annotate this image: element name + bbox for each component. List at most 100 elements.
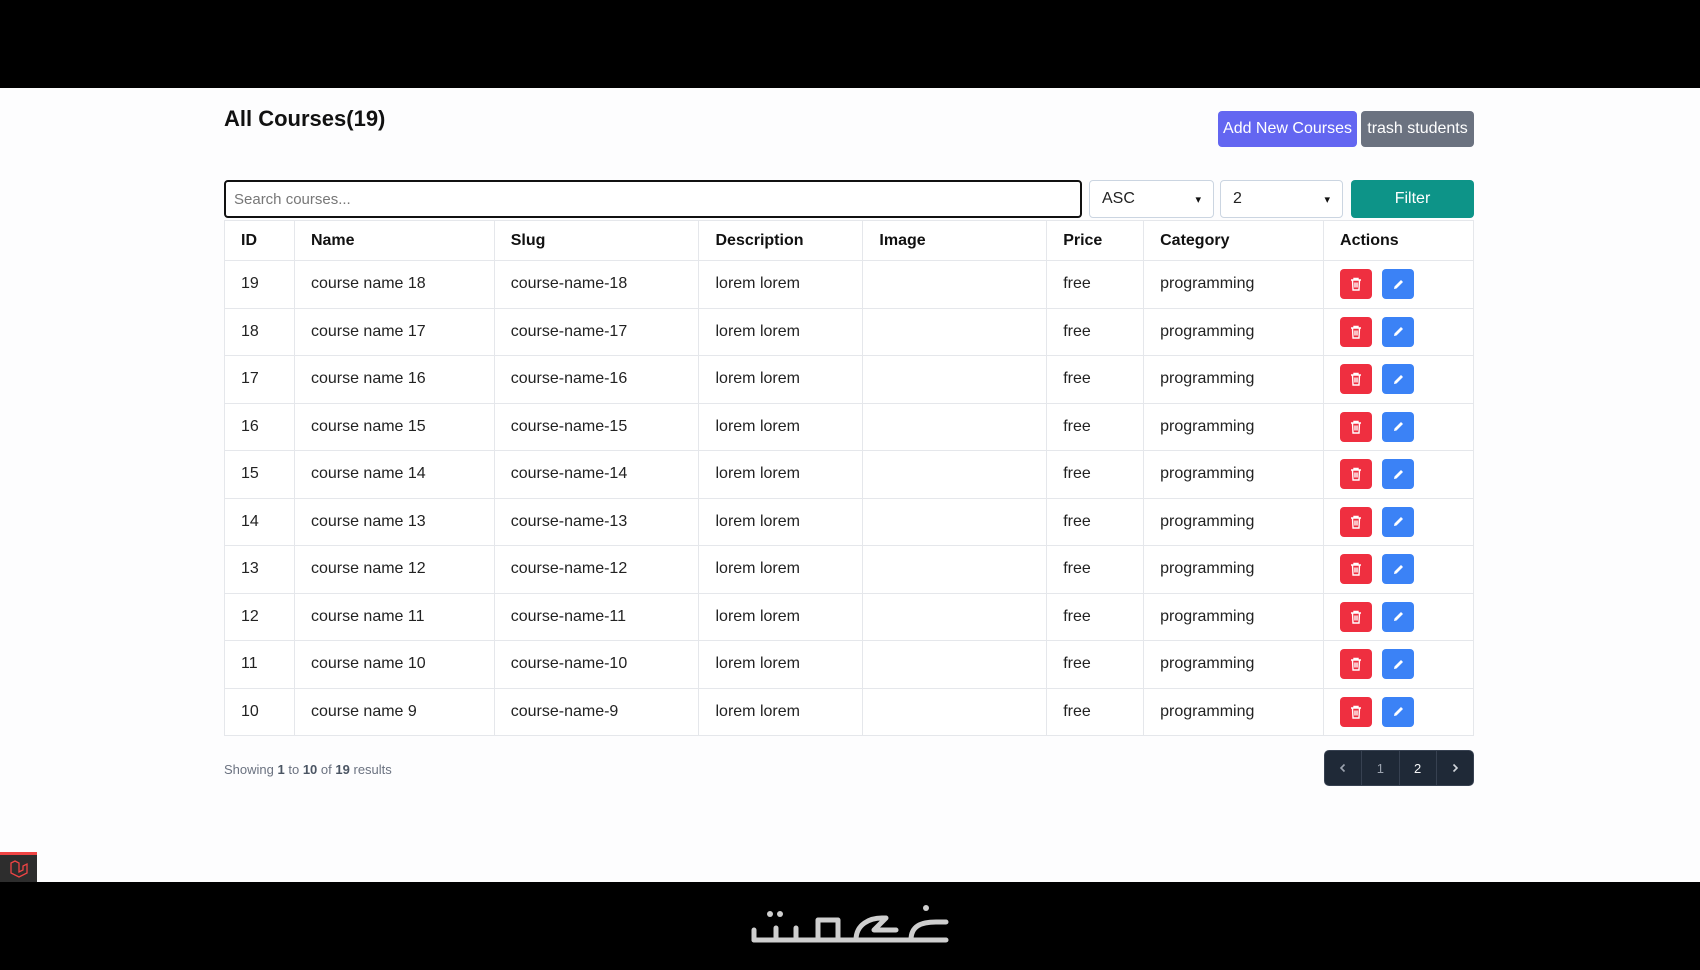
cell-id: 13 [224, 545, 295, 594]
pencil-icon [1393, 374, 1403, 384]
edit-button[interactable] [1382, 411, 1415, 442]
cell-name: course name 9 [294, 688, 495, 736]
cell-slug: course-name-16 [494, 355, 700, 404]
cell-description: lorem lorem [698, 450, 864, 499]
cell-id: 12 [224, 593, 295, 641]
trash-icon [1351, 373, 1362, 386]
cell-name: course name 18 [294, 260, 495, 309]
showing-to: 10 [302, 762, 318, 777]
search-input[interactable] [224, 180, 1082, 218]
showing-label: Showing [224, 762, 274, 777]
chevron-left-icon [1339, 763, 1346, 773]
delete-button[interactable] [1340, 269, 1373, 300]
cell-category: programming [1143, 593, 1325, 641]
courses-table: ID Name Slug Description Image Price Cat… [224, 220, 1474, 736]
cell-image [862, 260, 1048, 309]
cell-name: course name 14 [294, 450, 495, 499]
cell-slug: course-name-10 [494, 640, 700, 689]
debugbar-toggle[interactable] [0, 852, 37, 882]
column-header-category[interactable]: Category [1143, 220, 1325, 261]
cell-image [862, 450, 1048, 499]
table-row: 11 course name 10 course-name-10 lorem lore… [224, 640, 1474, 689]
page-button-2[interactable]: 2 [1400, 751, 1437, 785]
cell-slug: course-name-11 [494, 593, 700, 641]
cell-description: lorem lorem [698, 403, 864, 451]
delete-button[interactable] [1340, 316, 1373, 347]
cell-name: course name 11 [294, 593, 495, 641]
cell-price: free [1046, 640, 1145, 689]
cell-image [862, 640, 1048, 689]
delete-button[interactable] [1340, 411, 1373, 442]
cell-id: 11 [224, 640, 295, 689]
table-row: 16 course name 15 course-name-15 lorem lore… [224, 403, 1474, 451]
row-actions [1340, 411, 1457, 442]
page-size-select-value: 2 [1233, 190, 1242, 207]
table-row: 15 course name 14 course-name-14 lorem lore… [224, 450, 1474, 499]
row-actions [1340, 459, 1457, 490]
delete-button[interactable] [1340, 459, 1373, 490]
pencil-icon [1393, 517, 1403, 527]
showing-of-label: of [320, 762, 332, 777]
filter-button[interactable]: Filter [1351, 180, 1474, 218]
table-row: 19 course name 18 course-name-18 lorem lore… [224, 260, 1474, 309]
edit-button[interactable] [1382, 696, 1415, 727]
cell-category: programming [1143, 688, 1325, 736]
table-row: 14 course name 13 course-name-13 lorem lore… [224, 498, 1474, 546]
showing-total: 19 [335, 762, 350, 777]
cell-name: course name 13 [294, 498, 495, 546]
edit-button[interactable] [1382, 649, 1415, 680]
cell-slug: course-name-13 [494, 498, 700, 546]
pencil-icon [1393, 659, 1403, 669]
column-header-slug[interactable]: Slug [494, 220, 700, 261]
column-header-price[interactable]: Price [1046, 220, 1145, 261]
page-button-1[interactable]: 1 [1362, 751, 1400, 785]
trash-icon [1351, 563, 1362, 576]
order-select[interactable]: ASC ▾ [1089, 180, 1214, 218]
trash-students-button[interactable]: trash students [1361, 111, 1474, 147]
cell-description: lorem lorem [698, 640, 864, 689]
cell-slug: course-name-9 [494, 688, 700, 736]
courses-page: All Courses(19) Add New Courses trash st… [0, 88, 1700, 882]
column-header-description[interactable]: Description [698, 220, 864, 261]
top-letterbox [0, 0, 1700, 88]
cell-price: free [1046, 308, 1145, 356]
column-header-image[interactable]: Image [862, 220, 1048, 261]
pencil-icon [1393, 564, 1403, 574]
edit-button[interactable] [1382, 506, 1415, 537]
prev-page-button[interactable] [1325, 751, 1363, 785]
cell-actions [1323, 593, 1474, 641]
edit-button[interactable] [1382, 316, 1415, 347]
cell-slug: course-name-15 [494, 403, 700, 451]
delete-button[interactable] [1340, 506, 1373, 537]
table-row: 12 course name 11 course-name-11 lorem lore… [224, 593, 1474, 641]
row-actions [1340, 554, 1457, 585]
delete-button[interactable] [1340, 364, 1373, 395]
order-select-value: ASC [1102, 190, 1135, 207]
cell-actions [1323, 403, 1474, 451]
edit-button[interactable] [1382, 364, 1415, 395]
column-header-name[interactable]: Name [294, 220, 495, 261]
pencil-icon [1393, 422, 1403, 432]
cell-image [862, 403, 1048, 451]
page-size-select[interactable]: 2 ▾ [1220, 180, 1343, 218]
cell-description: lorem lorem [698, 498, 864, 546]
trash-icon [1351, 420, 1362, 434]
edit-button[interactable] [1382, 459, 1415, 490]
cell-id: 10 [224, 688, 295, 736]
cell-id: 19 [224, 260, 295, 309]
add-new-courses-button[interactable]: Add New Courses [1218, 111, 1357, 147]
next-page-button[interactable] [1437, 751, 1473, 785]
delete-button[interactable] [1340, 601, 1373, 632]
column-header-id[interactable]: ID [224, 220, 295, 261]
edit-button[interactable] [1382, 601, 1415, 632]
edit-button[interactable] [1382, 269, 1415, 300]
delete-button[interactable] [1340, 696, 1373, 727]
delete-button[interactable] [1340, 554, 1373, 585]
delete-button[interactable] [1340, 649, 1373, 680]
edit-button[interactable] [1382, 554, 1415, 585]
table-row: 17 course name 16 course-name-16 lorem lore… [224, 355, 1474, 404]
page-title: All Courses(19) [224, 106, 386, 131]
cell-name: course name 12 [294, 545, 495, 594]
cell-category: programming [1143, 260, 1325, 309]
row-actions [1340, 316, 1457, 347]
